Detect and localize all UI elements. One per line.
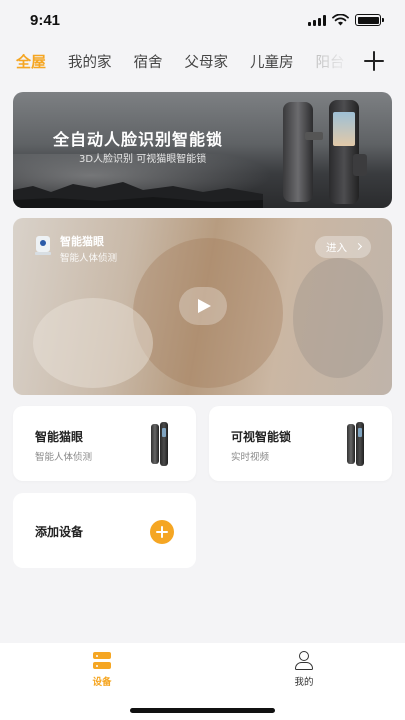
room-tabs: 全屋 我的家 宿舍 父母家 儿童房 阳台 [0, 44, 405, 78]
room-tab-list: 全屋 我的家 宿舍 父母家 儿童房 阳台 [0, 50, 352, 72]
nav-devices[interactable]: 设备 [72, 650, 132, 688]
banner-title: 全自动人脸识别智能锁 [53, 130, 224, 149]
tab-whole-house[interactable]: 全屋 [16, 51, 46, 72]
device-name: 智能猫眼 [35, 430, 84, 444]
status-icons [308, 14, 384, 26]
status-time: 9:41 [30, 11, 61, 29]
device-desc: 实时视频 [231, 452, 270, 463]
video-device-status: 智能人体侦测 [60, 253, 118, 264]
add-device-plus-icon[interactable] [150, 520, 174, 544]
camera-device-icon [33, 235, 53, 255]
add-device-label: 添加设备 [35, 525, 84, 539]
wifi-icon [332, 14, 349, 26]
profile-icon [294, 650, 314, 672]
banner-subtitle: 3D人脸识别 可视猫眼智能锁 [79, 154, 207, 165]
tab-balcony[interactable]: 阳台 [316, 51, 345, 72]
tab-kids-room[interactable]: 儿童房 [250, 51, 294, 72]
devices-icon [92, 650, 112, 672]
nav-profile-label: 我的 [294, 677, 314, 688]
device-desc: 智能人体侦测 [35, 452, 93, 463]
tab-parents-home[interactable]: 父母家 [185, 51, 229, 72]
tab-dorm[interactable]: 宿舍 [134, 51, 163, 72]
camera-video-card[interactable]: 智能猫眼 智能人体侦测 进入 [13, 218, 392, 395]
enter-button[interactable]: 进入 [315, 236, 371, 258]
smart-lock-thumbnail [347, 422, 364, 466]
enter-label: 进入 [326, 241, 347, 254]
home-indicator[interactable] [130, 708, 275, 713]
chevron-right-icon [354, 242, 363, 251]
smart-lock-image [283, 102, 323, 202]
video-device-name: 智能猫眼 [60, 235, 104, 248]
promo-banner[interactable]: 全自动人脸识别智能锁 3D人脸识别 可视猫眼智能锁 [13, 92, 392, 208]
device-card-peephole[interactable]: 智能猫眼 智能人体侦测 [13, 406, 196, 481]
smart-lock-with-screen-image [329, 100, 367, 204]
tab-my-home[interactable]: 我的家 [68, 51, 112, 72]
device-name: 可视智能锁 [231, 430, 292, 444]
device-card-video-lock[interactable]: 可视智能锁 实时视频 [209, 406, 392, 481]
nav-profile[interactable]: 我的 [274, 650, 334, 688]
smart-lock-thumbnail [151, 422, 168, 466]
add-device-card[interactable]: 添加设备 [13, 493, 196, 568]
battery-icon [355, 14, 384, 26]
nav-devices-label: 设备 [92, 677, 112, 688]
landscape-illustration [13, 182, 263, 208]
cellular-signal-icon [308, 14, 326, 26]
add-room-plus-icon[interactable] [363, 50, 385, 72]
play-icon[interactable] [179, 287, 227, 325]
status-bar: 9:41 [0, 0, 405, 40]
